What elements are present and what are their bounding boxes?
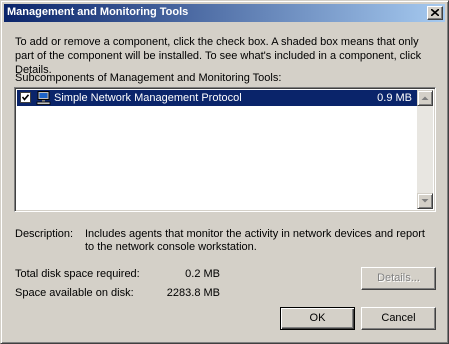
scroll-down-button[interactable] xyxy=(417,193,433,209)
arrow-up-icon xyxy=(421,96,429,100)
arrow-down-icon xyxy=(421,199,429,203)
disk-available-label: Space available on disk: xyxy=(15,287,134,299)
network-computer-icon xyxy=(36,91,51,105)
scroll-up-button[interactable] xyxy=(417,90,433,106)
snmp-checkbox[interactable] xyxy=(20,92,31,103)
description-label: Description: xyxy=(15,228,74,240)
close-icon xyxy=(431,9,439,16)
disk-available-value: 2283.8 MB xyxy=(166,287,220,299)
description-text: Includes agents that monitor the activit… xyxy=(85,228,425,253)
window-title: Management and Monitoring Tools xyxy=(7,6,189,18)
list-item-snmp[interactable]: Simple Network Management Protocol 0.9 M… xyxy=(17,90,418,106)
subcomponents-label: Subcomponents of Management and Monitori… xyxy=(15,72,282,84)
list-scrollbar[interactable] xyxy=(417,90,433,209)
instructions-text: To add or remove a component, click the … xyxy=(15,36,422,76)
list-item-name: Simple Network Management Protocol xyxy=(54,92,242,104)
details-button[interactable]: Details... xyxy=(361,267,436,290)
ok-button[interactable]: OK xyxy=(280,307,355,330)
disk-required-value: 0.2 MB xyxy=(185,268,220,280)
checkmark-icon xyxy=(22,94,29,101)
subcomponents-list[interactable]: Simple Network Management Protocol 0.9 M… xyxy=(14,87,436,212)
dialog-window: Management and Monitoring Tools To add o… xyxy=(0,0,449,344)
list-item-size: 0.9 MB xyxy=(377,92,412,104)
title-bar[interactable]: Management and Monitoring Tools xyxy=(4,4,445,22)
disk-required-label: Total disk space required: xyxy=(15,268,140,280)
close-button[interactable] xyxy=(427,6,443,20)
cancel-button[interactable]: Cancel xyxy=(361,307,436,330)
